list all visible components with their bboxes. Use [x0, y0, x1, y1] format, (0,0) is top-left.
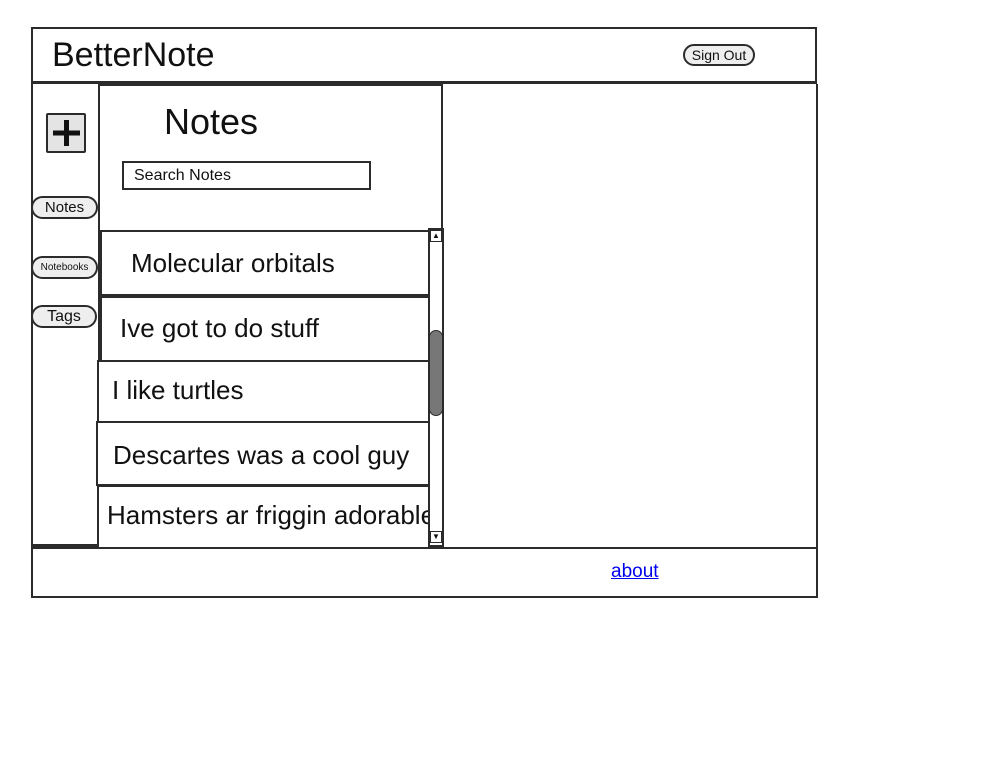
scroll-up-arrow-icon[interactable]: ▲ [430, 230, 442, 242]
note-list-item[interactable]: I like turtles [97, 360, 430, 423]
scroll-down-arrow-icon[interactable]: ▼ [430, 531, 442, 543]
footer-bar [31, 547, 818, 598]
add-note-button[interactable] [46, 113, 86, 153]
sidebar-item-notebooks[interactable]: Notebooks [31, 256, 98, 279]
note-list-item[interactable]: Molecular orbitals [100, 230, 430, 296]
notes-heading: Notes [164, 101, 259, 142]
plus-icon [53, 120, 80, 146]
app-title: BetterNote [52, 36, 215, 74]
sidebar-item-notes[interactable]: Notes [31, 196, 98, 219]
scrollbar-thumb[interactable] [429, 330, 443, 416]
note-editor-pane[interactable] [443, 84, 816, 548]
sign-out-button[interactable]: Sign Out [683, 44, 755, 66]
note-list-item[interactable]: Hamsters ar friggin adorable [97, 485, 430, 550]
note-list-item[interactable]: Ive got to do stuff [100, 296, 430, 362]
note-list-item[interactable]: Descartes was a cool guy [96, 421, 430, 486]
sidebar-item-tags[interactable]: Tags [31, 305, 97, 328]
search-notes-input[interactable] [122, 161, 371, 190]
about-link[interactable]: about [611, 561, 659, 583]
